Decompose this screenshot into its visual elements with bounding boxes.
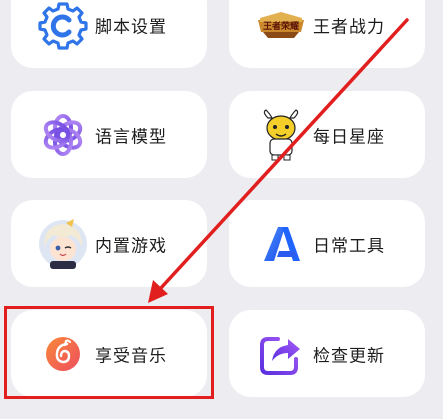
grid-item-label: 王者战力 xyxy=(313,17,385,37)
share-arrow-icon xyxy=(260,336,300,375)
grid-item-label: 日常工具 xyxy=(313,236,385,256)
grid-item-daily-horoscope[interactable]: 每日星座 xyxy=(229,91,425,178)
grid-item-label: 享受音乐 xyxy=(95,346,167,366)
netease-music-icon xyxy=(46,336,80,371)
grid-item-label: 检查更新 xyxy=(313,346,385,366)
grid-item-label: 脚本设置 xyxy=(95,17,167,37)
openai-knot-icon xyxy=(43,113,83,156)
grid-item-check-updates[interactable]: 检查更新 xyxy=(229,310,425,397)
grid-item-label: 语言模型 xyxy=(95,127,167,147)
grid-item-script-settings[interactable]: 脚本设置 xyxy=(11,0,207,68)
grid-item-enjoy-music[interactable]: 享受音乐 xyxy=(11,310,207,397)
grid-item-language-model[interactable]: 语言模型 xyxy=(11,91,207,178)
grid-item-built-in-games[interactable]: 内置游戏 xyxy=(11,200,207,287)
grid-item-hok-power[interactable]: 王者荣耀 王者战力 xyxy=(229,0,425,68)
blue-a-logo-icon xyxy=(264,226,300,261)
honor-of-kings-logo-icon: 王者荣耀 xyxy=(258,11,304,38)
grid-item-label: 每日星座 xyxy=(313,127,385,147)
gear-c-icon xyxy=(38,1,88,50)
grid-item-daily-tools[interactable]: 日常工具 xyxy=(229,200,425,287)
anime-avatar-icon xyxy=(39,218,87,269)
hok-logo-text: 王者荣耀 xyxy=(263,20,299,32)
cartoon-ox-icon xyxy=(263,108,299,160)
grid-item-label: 内置游戏 xyxy=(95,236,167,256)
